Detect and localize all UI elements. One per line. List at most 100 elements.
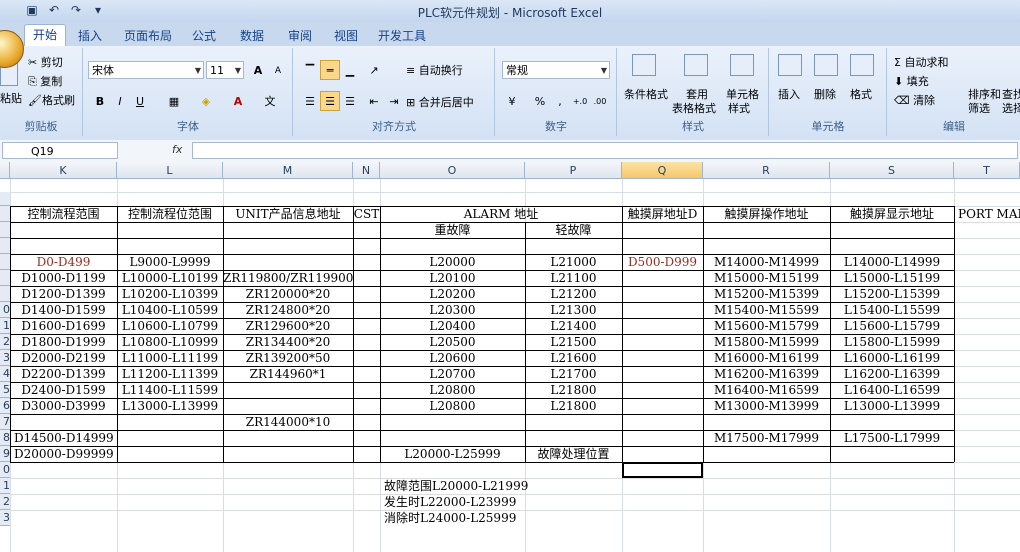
delete-cells-button[interactable]: 删除 bbox=[814, 86, 836, 102]
row-header[interactable] bbox=[0, 270, 10, 286]
row-header[interactable] bbox=[0, 238, 10, 254]
row-header[interactable]: 2 bbox=[0, 334, 10, 350]
row-header[interactable]: 0 bbox=[0, 462, 10, 478]
row-header[interactable]: 5 bbox=[0, 382, 10, 398]
column-header-p[interactable]: P bbox=[525, 162, 622, 179]
decrease-indent-icon[interactable]: ⇤ bbox=[364, 91, 384, 111]
autosum-button[interactable]: Σ 自动求和 bbox=[894, 54, 948, 70]
tab-review[interactable]: 审阅 bbox=[282, 26, 318, 46]
conditional-format-icon[interactable] bbox=[632, 54, 656, 76]
shrink-font-button[interactable]: A bbox=[268, 60, 288, 80]
row-header[interactable] bbox=[0, 286, 10, 302]
table-format-icon[interactable] bbox=[684, 54, 708, 76]
column-header-m[interactable]: M bbox=[223, 162, 353, 179]
currency-icon[interactable]: ¥ bbox=[502, 91, 522, 111]
format-painter-button[interactable]: 🖌格式刷 bbox=[28, 92, 75, 108]
border-icon[interactable]: ▦ bbox=[164, 91, 184, 111]
row-header[interactable]: 4 bbox=[0, 366, 10, 382]
row-header[interactable]: 3 bbox=[0, 350, 10, 366]
merge-center-button[interactable]: ⊞ 合并后居中 bbox=[406, 94, 474, 110]
cell-styles-icon[interactable] bbox=[730, 54, 754, 76]
column-header-r[interactable]: R bbox=[703, 162, 830, 179]
name-box[interactable]: Q19 bbox=[2, 142, 118, 159]
align-top-icon[interactable]: ▔ bbox=[300, 60, 320, 80]
row-header[interactable] bbox=[0, 192, 10, 206]
row-header[interactable]: 0 bbox=[0, 302, 10, 318]
column-header-t[interactable]: T bbox=[954, 162, 1020, 179]
font-size-select[interactable]: 11 ▼ bbox=[206, 61, 244, 79]
orientation-icon[interactable]: ↗ bbox=[364, 60, 384, 80]
worksheet-grid[interactable]: 控制流程范围 控制流程位范围 UNIT产品信息地址 CST ALARM 地址 触摸屏地址D… bbox=[10, 179, 1020, 552]
insert-cells-icon[interactable] bbox=[778, 54, 802, 76]
align-middle-icon[interactable]: ═ bbox=[320, 60, 340, 80]
row-header[interactable] bbox=[0, 206, 10, 222]
fx-button[interactable]: fx bbox=[172, 143, 182, 156]
row-header[interactable]: 9 bbox=[0, 446, 10, 462]
fill-color-icon[interactable]: ◈ bbox=[196, 91, 216, 111]
cut-button[interactable]: ✂ 剪切 bbox=[28, 54, 63, 70]
formula-input[interactable] bbox=[192, 142, 1018, 159]
tab-page-layout[interactable]: 页面布局 bbox=[120, 26, 176, 46]
row-header[interactable]: 8 bbox=[0, 430, 10, 446]
row-header[interactable] bbox=[0, 222, 10, 238]
find-select-label2[interactable]: 选择 bbox=[1002, 100, 1020, 116]
group-alignment: ▔ ═ ▁ ↗ ≡ 自动换行 ☰ ☰ ☰ ⇤ ⇥ ⊞ 合并后居中 对齐方式 bbox=[294, 48, 495, 136]
percent-button[interactable]: % bbox=[530, 91, 550, 111]
cell-o: L20000 bbox=[429, 255, 476, 269]
column-header-k[interactable]: K bbox=[10, 162, 117, 179]
font-group-label: 字体 bbox=[177, 120, 199, 133]
column-header-l[interactable]: L bbox=[117, 162, 223, 179]
column-header-s[interactable]: S bbox=[830, 162, 954, 179]
row-header[interactable]: 1 bbox=[0, 478, 10, 494]
copy-button[interactable]: ⎘ 复制 bbox=[28, 73, 62, 89]
cell-k: D20000-D99999 bbox=[14, 447, 114, 461]
align-center-icon[interactable]: ☰ bbox=[320, 91, 340, 111]
sort-filter-label2[interactable]: 筛选 bbox=[968, 100, 990, 116]
cell-styles-label2[interactable]: 样式 bbox=[728, 100, 750, 116]
number-format-select[interactable]: 常规 ▼ bbox=[502, 61, 610, 79]
increase-indent-icon[interactable]: ⇥ bbox=[384, 91, 404, 111]
underline-button[interactable]: U bbox=[130, 91, 150, 111]
table-format-label2[interactable]: 表格格式 bbox=[672, 100, 716, 116]
grow-font-button[interactable]: A bbox=[248, 60, 268, 80]
row-header[interactable]: 1 bbox=[0, 318, 10, 334]
decrease-decimal-button[interactable]: .00 bbox=[590, 91, 610, 111]
tab-view[interactable]: 视图 bbox=[328, 26, 364, 46]
row-header[interactable] bbox=[0, 254, 10, 270]
column-header-q[interactable]: Q bbox=[622, 162, 703, 179]
tab-home[interactable]: 开始 bbox=[24, 24, 66, 47]
bold-button[interactable]: B bbox=[90, 91, 110, 111]
tab-insert[interactable]: 插入 bbox=[72, 26, 108, 46]
row-header[interactable]: 6 bbox=[0, 398, 10, 414]
paste-button[interactable]: 粘贴 bbox=[0, 90, 22, 106]
increase-decimal-button[interactable]: +.0 bbox=[570, 91, 590, 111]
column-header-n[interactable]: N bbox=[353, 162, 380, 179]
clear-button[interactable]: ⌫ 清除 bbox=[894, 92, 935, 108]
row-header[interactable]: 7 bbox=[0, 414, 10, 430]
comma-button[interactable]: , bbox=[550, 91, 570, 111]
row-header[interactable]: 3 bbox=[0, 510, 10, 526]
tab-formulas[interactable]: 公式 bbox=[186, 26, 222, 46]
tab-data[interactable]: 数据 bbox=[234, 26, 270, 46]
format-painter-label: 格式刷 bbox=[41, 94, 75, 107]
align-right-icon[interactable]: ☰ bbox=[340, 91, 360, 111]
font-name-select[interactable]: 宋体 ▼ bbox=[88, 61, 204, 79]
column-header-o[interactable]: O bbox=[380, 162, 525, 179]
format-cells-button[interactable]: 格式 bbox=[850, 86, 872, 102]
format-cells-icon[interactable] bbox=[850, 54, 874, 76]
phonetic-button[interactable]: 文 bbox=[260, 91, 280, 111]
wrap-text-button[interactable]: ≡ 自动换行 bbox=[406, 62, 463, 78]
italic-button[interactable]: I bbox=[110, 91, 130, 111]
tab-developer[interactable]: 开发工具 bbox=[374, 26, 430, 46]
select-all-corner[interactable] bbox=[0, 162, 10, 179]
delete-cells-icon[interactable] bbox=[814, 54, 838, 76]
align-left-icon[interactable]: ☰ bbox=[300, 91, 320, 111]
row-header[interactable]: 2 bbox=[0, 494, 10, 510]
conditional-format-button[interactable]: 条件格式 bbox=[624, 86, 668, 102]
cell-l: L10800-L10999 bbox=[121, 335, 219, 349]
align-bottom-icon[interactable]: ▁ bbox=[340, 60, 360, 80]
fill-button[interactable]: ⬇ 填充 bbox=[894, 73, 929, 89]
cell-k: D0-D499 bbox=[36, 255, 91, 269]
insert-cells-button[interactable]: 插入 bbox=[778, 86, 800, 102]
font-color-icon[interactable]: A bbox=[228, 91, 248, 111]
